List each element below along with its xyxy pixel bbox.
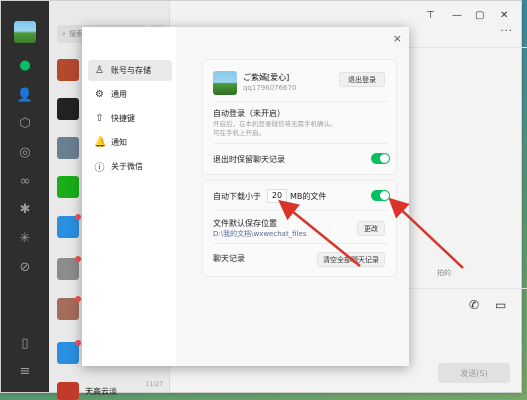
auto-login-title: 自动登录（未开启）: [213, 109, 285, 118]
avatar: [57, 137, 79, 159]
sidebar-item-label: 快捷键: [111, 114, 135, 123]
keep-history-toggle[interactable]: [371, 153, 390, 164]
moments-icon[interactable]: ◎: [15, 142, 35, 162]
sidebar-item-account[interactable]: ♙ 账号与存储: [88, 60, 172, 81]
sidebar-item-label: 关于微信: [111, 162, 143, 171]
toggle-knob: [380, 191, 389, 200]
chat-icon[interactable]: ●: [15, 55, 35, 75]
auto-download-unit: MB的文件: [290, 192, 327, 201]
clear-history-button[interactable]: 清空全部聊天记录: [317, 252, 385, 267]
bell-icon: 🔔: [94, 137, 107, 148]
phone-icon[interactable]: ▯: [15, 333, 35, 353]
sidebar-item-general[interactable]: ⚙ 通用: [88, 84, 172, 105]
list-item[interactable]: 天高云淡 11/27: [57, 377, 167, 400]
mini-program-icon[interactable]: ✳: [15, 228, 35, 248]
unread-dot: [75, 256, 81, 262]
auto-download-toggle[interactable]: [371, 190, 390, 201]
sidebar-item-label: 通知: [111, 138, 127, 147]
sidebar-item-notifications[interactable]: 🔔 通知: [88, 132, 172, 153]
auto-login-desc: 开启后，在本机登录微信将无需手机确认。: [213, 120, 337, 128]
account-card: ご紫嫣[爱心] qq1796076670 退出登录 自动登录（未开启） 开启后，…: [202, 59, 397, 175]
avatar: [57, 59, 79, 81]
channels-icon[interactable]: ∞: [15, 171, 35, 191]
minimize-icon[interactable]: —: [452, 10, 462, 21]
sidebar-item-shortcuts[interactable]: ⇧ 快捷键: [88, 108, 172, 129]
save-location-path: D:\我的文档\wxwechat_files: [213, 230, 307, 238]
settings-sidebar: ♙ 账号与存储 ⚙ 通用 ⇧ 快捷键 🔔 通知 ⓘ 关于微信: [82, 27, 176, 366]
unread-dot: [75, 340, 81, 346]
video-call-icon[interactable]: ▭: [495, 298, 506, 312]
change-location-button[interactable]: 更改: [357, 221, 385, 236]
close-icon[interactable]: ✕: [500, 10, 508, 21]
more-icon[interactable]: ···: [500, 26, 513, 37]
sidebar-item-about[interactable]: ⓘ 关于微信: [88, 156, 172, 177]
account-id: qq1796076670: [243, 84, 297, 92]
divider: [213, 210, 388, 211]
user-icon: ♙: [95, 65, 104, 76]
chat-name: 天高云淡: [85, 386, 117, 396]
toggle-knob: [380, 154, 389, 163]
nav-bar: ● 👤 ⬡ ◎ ∞ ✱ ✳ ⊘ ▯ ≡: [1, 1, 49, 392]
user-avatar[interactable]: [14, 21, 36, 43]
info-icon: ⓘ: [94, 163, 105, 174]
storage-card: 自动下载小于 20 MB的文件 文件默认保存位置 D:\我的文档\wxwecha…: [202, 180, 397, 277]
search-icon: ⌕: [62, 29, 66, 38]
search-placeholder: 搜索: [68, 30, 83, 38]
auto-download-size-input[interactable]: 20: [267, 189, 287, 203]
link-icon[interactable]: ⊘: [15, 257, 35, 277]
settings-dialog: ♙ 账号与存储 ⚙ 通用 ⇧ 快捷键 🔔 通知 ⓘ 关于微信 × ご紫嫣[爱心]…: [82, 27, 409, 366]
contacts-icon[interactable]: 👤: [15, 85, 35, 105]
save-location-label: 文件默认保存位置: [213, 219, 277, 228]
avatar: [57, 340, 81, 364]
search-icon[interactable]: ✱: [15, 199, 35, 219]
chat-history-label: 聊天记录: [213, 254, 245, 263]
settings-content: × ご紫嫣[爱心] qq1796076670 退出登录 自动登录（未开启） 开启…: [176, 27, 409, 366]
avatar: [213, 71, 237, 95]
favorites-icon[interactable]: ⬡: [15, 113, 35, 133]
close-icon[interactable]: ×: [393, 32, 402, 45]
maximize-icon[interactable]: ▢: [475, 10, 484, 21]
divider: [213, 143, 388, 144]
avatar: [57, 256, 81, 280]
auto-download-label: 自动下载小于: [213, 192, 261, 201]
avatar: [57, 296, 81, 320]
sidebar-item-label: 账号与存储: [111, 66, 151, 75]
unread-dot: [75, 296, 81, 302]
keep-history-label: 退出时保留聊天记录: [213, 155, 285, 164]
divider: [213, 101, 388, 102]
avatar: [57, 214, 81, 238]
avatar: [57, 382, 79, 400]
divider: [213, 243, 388, 244]
send-button[interactable]: 发送(S): [438, 363, 510, 383]
auto-login-desc: 可在手机上开启。: [213, 129, 265, 137]
avatar: [57, 176, 79, 198]
voice-call-icon[interactable]: ✆: [469, 298, 479, 312]
keyboard-icon: ⇧: [95, 113, 104, 124]
chat-hint: 拍的: [437, 269, 451, 277]
unread-dot: [75, 214, 81, 220]
avatar: [57, 98, 79, 120]
logout-button[interactable]: 退出登录: [339, 72, 385, 87]
pin-icon[interactable]: ⊤: [426, 10, 435, 21]
chat-time: 11/27: [145, 381, 163, 388]
menu-icon[interactable]: ≡: [15, 361, 35, 381]
account-name: ご紫嫣[爱心]: [243, 73, 290, 82]
gear-icon: ⚙: [95, 89, 104, 100]
sidebar-item-label: 通用: [111, 90, 127, 99]
